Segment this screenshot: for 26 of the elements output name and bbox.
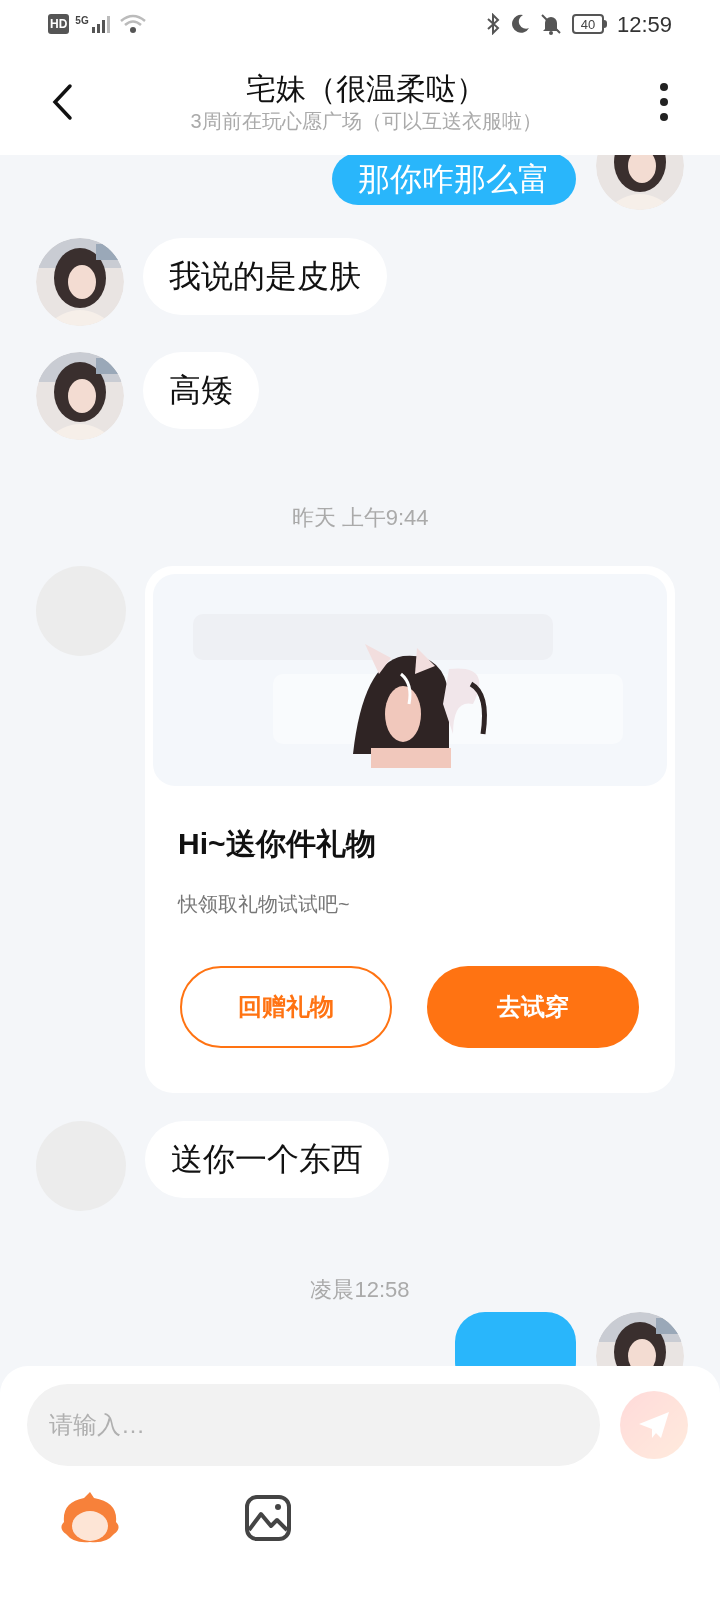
try-on-button[interactable]: 去试穿 <box>427 966 639 1048</box>
battery-icon: 40 <box>571 14 607 34</box>
chat-subtitle: 3周前在玩心愿广场（可以互送衣服啦） <box>190 108 542 134</box>
back-icon[interactable] <box>50 82 74 121</box>
message-input[interactable]: 请输入… <box>27 1384 600 1466</box>
chat-title: 宅妹（很温柔哒） <box>246 70 486 107</box>
network-label: 5G <box>75 15 89 27</box>
more-icon[interactable] <box>658 81 670 122</box>
message-bubble: 高矮 <box>143 352 259 429</box>
message-bubble: 那你咋那么富 <box>332 155 576 205</box>
gift-title: Hi~送你件礼物 <box>177 826 377 862</box>
paper-plane-icon <box>637 1410 671 1440</box>
timestamp: 昨天 上午9:44 <box>290 504 430 532</box>
hd-badge: HD <box>48 14 70 34</box>
bluetooth-icon <box>485 13 500 35</box>
moon-icon <box>509 14 530 34</box>
clock: 12:59 <box>616 10 672 39</box>
gift-subtitle: 快领取礼物试试吧~ <box>176 892 351 917</box>
message-bubble: 我说的是皮肤 <box>143 238 387 315</box>
signal-icon <box>90 15 113 33</box>
wifi-icon <box>118 13 147 35</box>
muted-bell-icon <box>539 13 562 35</box>
message-bubble: 送你一个东西 <box>145 1121 389 1198</box>
timestamp: 凌晨12:58 <box>309 1276 411 1304</box>
return-gift-button[interactable]: 回赠礼物 <box>180 966 392 1048</box>
image-icon[interactable] <box>244 1494 292 1542</box>
